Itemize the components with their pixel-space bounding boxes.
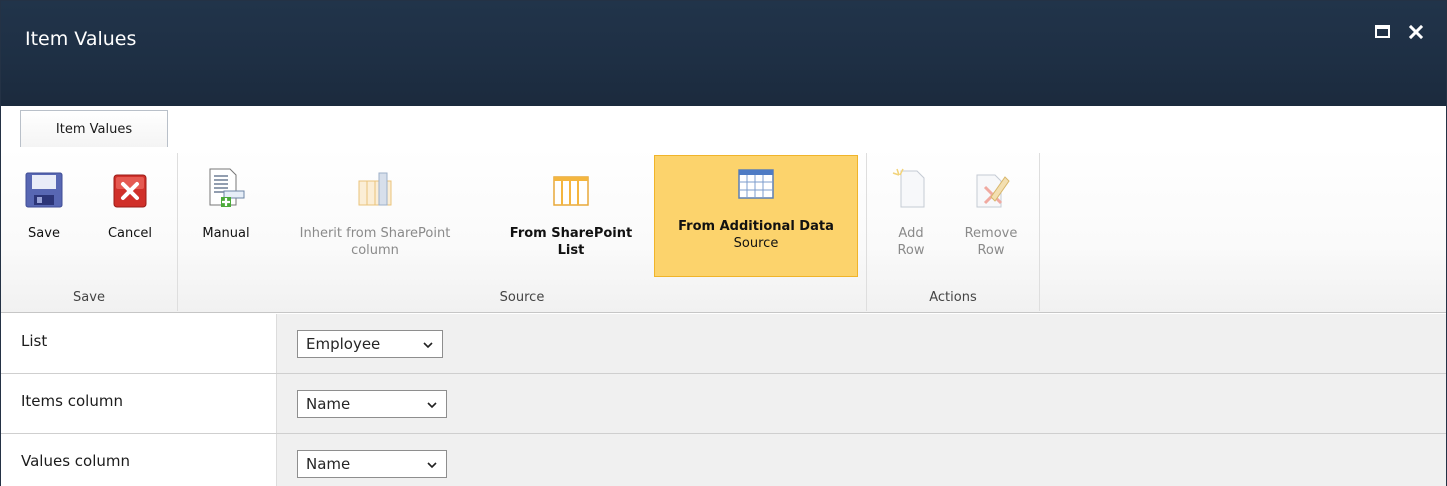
- item-values-form: List Employee Items column Name Values c…: [1, 314, 1446, 486]
- cancel-button-label: Cancel: [107, 226, 153, 241]
- ribbon-group-actions: Add Row Remove Row Actions: [867, 147, 1039, 313]
- items-column-select[interactable]: Name: [297, 390, 447, 418]
- values-column-select-value: Name: [306, 455, 351, 473]
- from-sharepoint-list-label: From SharePoint List: [496, 225, 646, 259]
- inherit-column-icon: [358, 172, 392, 206]
- cancel-button[interactable]: Cancel: [93, 155, 167, 275]
- form-row-list: List Employee: [1, 314, 1446, 374]
- chevron-down-icon: [423, 342, 433, 349]
- from-list-label-line-2: List: [557, 243, 585, 258]
- inherit-label-line-1: Inherit from SharePoint: [299, 226, 451, 241]
- ribbon-group-save: Save Cancel Save: [1, 147, 177, 313]
- form-row-items-column: Items column Name: [1, 374, 1446, 434]
- manual-icon: [209, 168, 245, 207]
- from-additional-data-source-button[interactable]: From Additional Data Source: [654, 155, 858, 277]
- add-row-label-line-1: Add: [898, 226, 924, 241]
- list-label: List: [21, 332, 48, 350]
- ribbon-group-save-label: Save: [73, 290, 105, 305]
- ribbon-separator: [1039, 153, 1040, 311]
- ribbon-group-source: Manual Inherit from SharePoint column Fr…: [178, 147, 866, 313]
- from-sharepoint-list-button[interactable]: From SharePoint List: [496, 155, 646, 295]
- inherit-label-line-2: column: [351, 243, 399, 258]
- sharepoint-list-icon: [553, 176, 589, 206]
- ribbon-group-source-label: Source: [499, 290, 545, 305]
- maximize-icon[interactable]: [1374, 23, 1392, 41]
- remove-row-label: Remove Row: [951, 225, 1031, 259]
- items-column-label: Items column: [21, 392, 123, 410]
- item-values-dialog: Item Values Item Values Save Cancel Save…: [0, 0, 1447, 486]
- form-label-cell: Items column: [1, 374, 277, 433]
- chevron-down-icon: [427, 402, 437, 409]
- remove-row-icon: [976, 174, 1010, 208]
- form-label-cell: List: [1, 314, 277, 373]
- form-row-values-column: Values column Name: [1, 434, 1446, 486]
- list-select[interactable]: Employee: [297, 330, 443, 358]
- remove-row-button[interactable]: Remove Row: [951, 155, 1031, 295]
- save-button[interactable]: Save: [15, 155, 73, 275]
- values-column-label: Values column: [21, 452, 130, 470]
- values-column-select[interactable]: Name: [297, 450, 447, 478]
- manual-button[interactable]: Manual: [186, 155, 266, 295]
- from-list-label-line-1: From SharePoint: [509, 226, 633, 241]
- tab-item-values[interactable]: Item Values: [20, 110, 168, 148]
- manual-button-label: Manual: [202, 226, 250, 241]
- form-label-cell: Values column: [1, 434, 277, 486]
- cancel-icon: [113, 174, 147, 208]
- additional-data-source-label: From Additional Data Source: [655, 218, 857, 252]
- additional-label-line-1: From Additional Data: [678, 219, 834, 234]
- inherit-from-sharepoint-column-button[interactable]: Inherit from SharePoint column: [270, 155, 480, 295]
- dialog-title: Item Values: [25, 28, 137, 50]
- chevron-down-icon: [427, 462, 437, 469]
- additional-label-line-2: Source: [733, 236, 779, 251]
- close-icon[interactable]: [1407, 23, 1425, 41]
- remove-row-label-line-2: Row: [977, 243, 1005, 258]
- add-row-button[interactable]: Add Row: [879, 155, 943, 295]
- add-row-label: Add Row: [879, 225, 943, 259]
- save-icon: [25, 172, 63, 208]
- ribbon-group-actions-label: Actions: [929, 290, 977, 305]
- ribbon: Save Cancel Save Manual Inherit from Sha…: [1, 147, 1446, 313]
- remove-row-label-line-1: Remove: [964, 226, 1018, 241]
- add-row-label-line-2: Row: [897, 243, 925, 258]
- additional-data-source-icon: [738, 169, 774, 199]
- list-select-value: Employee: [306, 335, 381, 353]
- add-row-icon: [892, 168, 925, 208]
- items-column-select-value: Name: [306, 395, 351, 413]
- inherit-button-label: Inherit from SharePoint column: [270, 225, 480, 259]
- save-button-label: Save: [28, 226, 60, 241]
- dialog-title-bar: Item Values: [1, 1, 1446, 106]
